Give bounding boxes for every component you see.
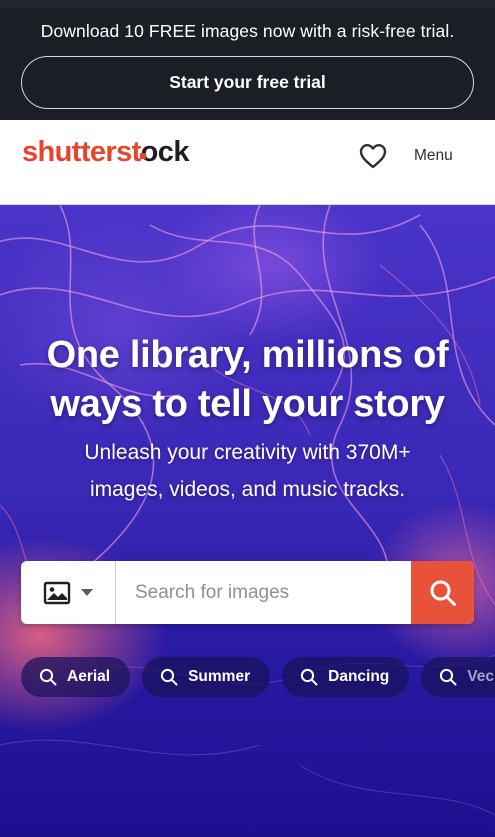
promo-text: Download 10 FREE images now with a risk-… [40,21,455,41]
favorites-button[interactable] [357,140,389,172]
start-free-trial-button[interactable]: Start your free trial [21,56,474,109]
search-icon [39,668,57,686]
search-icon [430,580,456,606]
logo-text-part1: shutterst [22,136,141,168]
search-bar [21,561,474,624]
suggestion-label: Aerial [67,668,111,685]
logo-text-part2: ck [157,136,190,168]
status-strip [0,0,495,8]
search-input[interactable] [117,561,411,624]
search-submit-button[interactable] [411,561,474,624]
hero-subtitle: Unleash your creativity with 370M+ image… [40,434,455,508]
search-icon [301,668,318,686]
suggestion-label: Dancing [328,668,390,685]
menu-button[interactable]: Menu [414,147,453,169]
image-icon [43,581,71,604]
hero-background-jellyfish [0,205,495,816]
suggestion-label: Vec [467,668,495,685]
suggestion-label: Summer [188,668,251,685]
search-icon [160,668,178,686]
search-suggestions: Aerial Summer Dancing Vec [21,657,495,697]
logo-o-mark: o [139,136,158,168]
hero-subtitle-line-2: images, videos, and music tracks. [89,478,406,501]
suggestion-chip-dancing[interactable]: Dancing [282,657,410,697]
suggestion-chip-summer[interactable]: Summer [142,657,271,697]
hero-title: One library, millions of ways to tell yo… [0,331,495,429]
heart-outline-icon [359,144,387,169]
search-icon [440,668,457,686]
suggestion-chip-aerial[interactable]: Aerial [21,657,131,697]
suggestion-chip-vec[interactable]: Vec [421,657,495,697]
chevron-down-icon [81,588,93,596]
media-type-dropdown[interactable] [21,561,116,624]
shutterstock-logo[interactable]: shutterst o ck [22,136,189,169]
hero-title-line-2: ways to tell your story [50,383,445,425]
logo-o-accent [139,153,146,159]
promo-banner: Download 10 FREE images now with a risk-… [0,0,495,120]
hero-section [0,205,495,837]
hero-subtitle-line-1: Unleash your creativity with 370M+ [84,441,411,464]
hero-title-line-1: One library, millions of [46,334,449,376]
